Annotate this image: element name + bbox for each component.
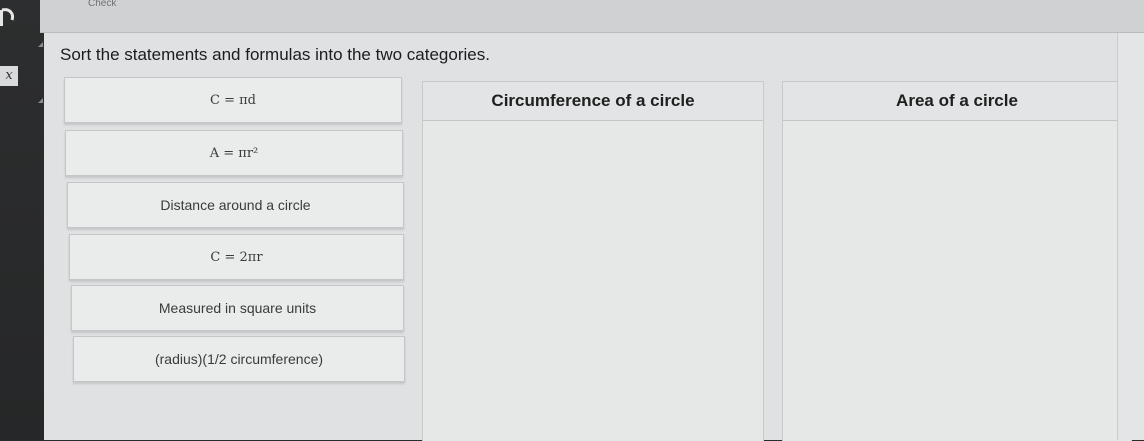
back-arrow-icon[interactable]: [0, 6, 16, 26]
draggable-card[interactable]: Measured in square units: [71, 285, 404, 331]
drop-zone[interactable]: [783, 121, 1131, 441]
category-circumference[interactable]: Circumference of a circle: [422, 81, 764, 441]
category-title: Area of a circle: [896, 91, 1018, 110]
check-button[interactable]: Check: [88, 0, 116, 9]
card-label: C = 2πr: [210, 249, 263, 265]
draggable-card[interactable]: C = πd: [64, 77, 402, 123]
top-toolbar: Check: [40, 0, 1144, 33]
question-instructions: Sort the statements and formulas into th…: [60, 45, 490, 64]
right-edge-panel: [1117, 33, 1144, 440]
draggable-card[interactable]: A = πr²: [65, 130, 403, 176]
card-label: A = πr²: [209, 145, 259, 161]
collapse-triangle-icon[interactable]: [38, 98, 43, 103]
card-label: Distance around a circle: [160, 197, 311, 213]
card-label: Measured in square units: [158, 300, 317, 316]
drop-zone[interactable]: [423, 121, 763, 441]
function-icon[interactable]: x: [0, 66, 18, 86]
collapse-triangle-icon[interactable]: [38, 42, 43, 47]
category-title: Circumference of a circle: [491, 91, 695, 110]
card-label: (radius)(1/2 circumference): [154, 351, 324, 367]
draggable-card[interactable]: (radius)(1/2 circumference): [73, 336, 405, 382]
question-panel: Sort the statements and formulas into th…: [44, 33, 1144, 441]
category-header: Circumference of a circle: [423, 82, 763, 121]
category-area[interactable]: Area of a circle: [782, 81, 1132, 441]
card-label: C = πd: [210, 92, 256, 108]
function-icon-label: x: [5, 68, 13, 83]
draggable-card[interactable]: C = 2πr: [69, 234, 404, 280]
draggable-card[interactable]: Distance around a circle: [67, 182, 404, 228]
category-header: Area of a circle: [783, 82, 1131, 121]
